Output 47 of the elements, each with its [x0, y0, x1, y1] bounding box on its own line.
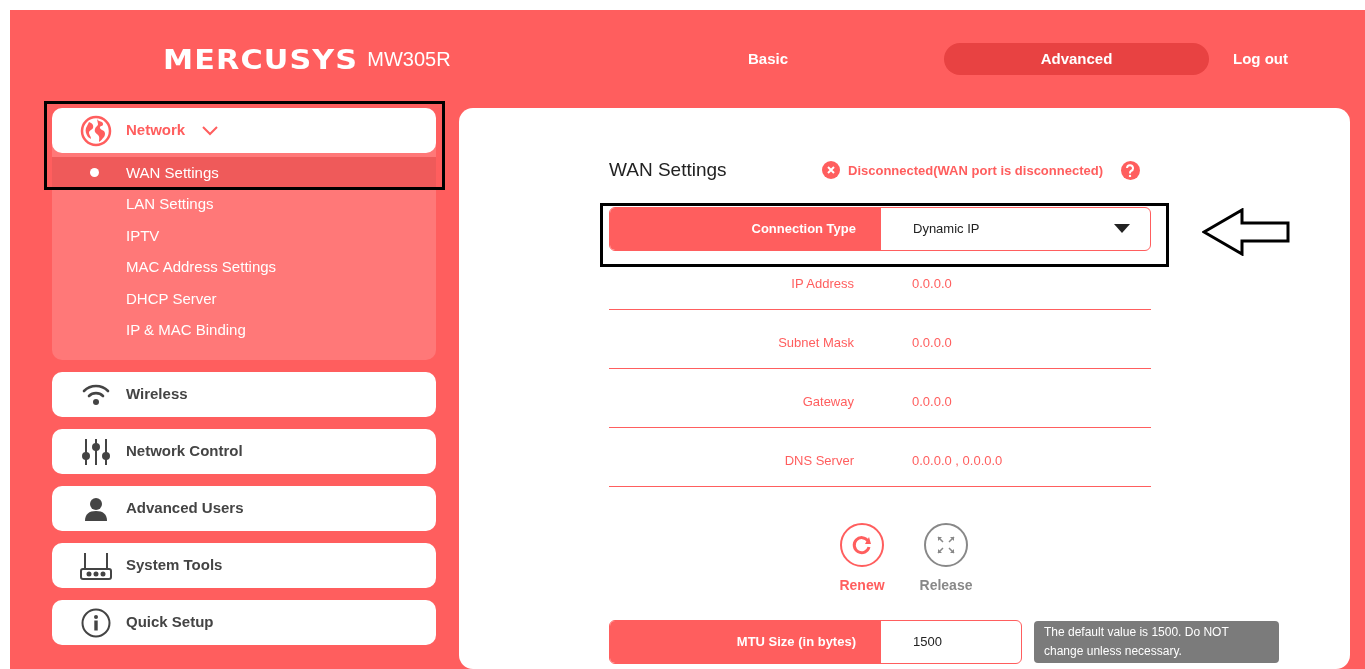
submenu-label: MAC Address Settings — [126, 257, 277, 277]
mtu-field[interactable]: MTU Size (in bytes) 1500 — [609, 619, 1022, 664]
connection-type-dropdown[interactable]: Connection Type Dynamic IP — [609, 206, 1151, 251]
submenu-item[interactable]: DHCP Server — [52, 283, 436, 315]
submenu-label: IPTV — [126, 225, 160, 246]
renew-button[interactable]: Renew — [833, 522, 891, 596]
info-value: 0.0.0.0 — [912, 333, 952, 352]
nav-tab[interactable]: Basic — [748, 43, 789, 75]
arrow-icon — [1202, 208, 1290, 256]
info-value: 0.0.0.0 — [912, 392, 952, 411]
sidebar-item[interactable]: Network — [52, 108, 436, 153]
info-label: IP Address — [790, 274, 854, 293]
sidebar-item[interactable]: Quick Setup — [52, 600, 436, 645]
submenu-label: DHCP Server — [126, 288, 217, 309]
info-label: DNS Server — [783, 451, 854, 470]
model-name: MW305R — [367, 49, 451, 69]
submenu-item[interactable]: IPTV — [52, 220, 436, 252]
submenu-item[interactable]: LAN Settings — [52, 188, 436, 220]
submenu-label: WAN Settings — [126, 162, 219, 183]
info-icon — [81, 607, 111, 638]
help-icon[interactable] — [1121, 160, 1140, 180]
submenu-label: LAN Settings — [126, 194, 214, 214]
user-icon — [84, 496, 108, 521]
submenu-item[interactable]: WAN Settings — [52, 157, 436, 189]
info-label: Subnet Mask — [777, 333, 854, 352]
sidebar-item[interactable]: Network Control — [52, 429, 436, 474]
brand-logo: MERCUSYS — [163, 45, 359, 73]
globe-icon — [80, 114, 112, 147]
submenu-item[interactable]: IP & MAC Binding — [52, 314, 436, 346]
nav-tab[interactable]: Log out — [1233, 43, 1288, 75]
info-value: 0.0.0.0 — [912, 274, 952, 293]
submenu-item[interactable]: MAC Address Settings — [52, 251, 436, 283]
wifi-icon — [81, 382, 111, 407]
router-icon — [80, 551, 112, 580]
sidebar-item[interactable]: System Tools — [52, 543, 436, 588]
sidebar-item[interactable]: Advanced Users — [52, 486, 436, 531]
submenu-label: IP & MAC Binding — [126, 320, 246, 340]
info-value: 0.0.0.0 , 0.0.0.0 — [912, 451, 1003, 470]
page-title: WAN Settings — [609, 158, 728, 182]
nav-tab[interactable]: Advanced — [944, 43, 1210, 75]
sliders-icon — [82, 437, 110, 466]
connection-status: Disconnected(WAN port is disconnected) — [848, 161, 1103, 180]
chevron-icon — [202, 125, 219, 136]
sidebar-item[interactable]: Wireless — [52, 372, 436, 417]
dropdown-arrow-icon — [1114, 224, 1130, 233]
hint-tooltip: The default value is 1500. Do NOT change unless necessary. — [1034, 620, 1279, 663]
info-label: Gateway — [801, 392, 854, 411]
